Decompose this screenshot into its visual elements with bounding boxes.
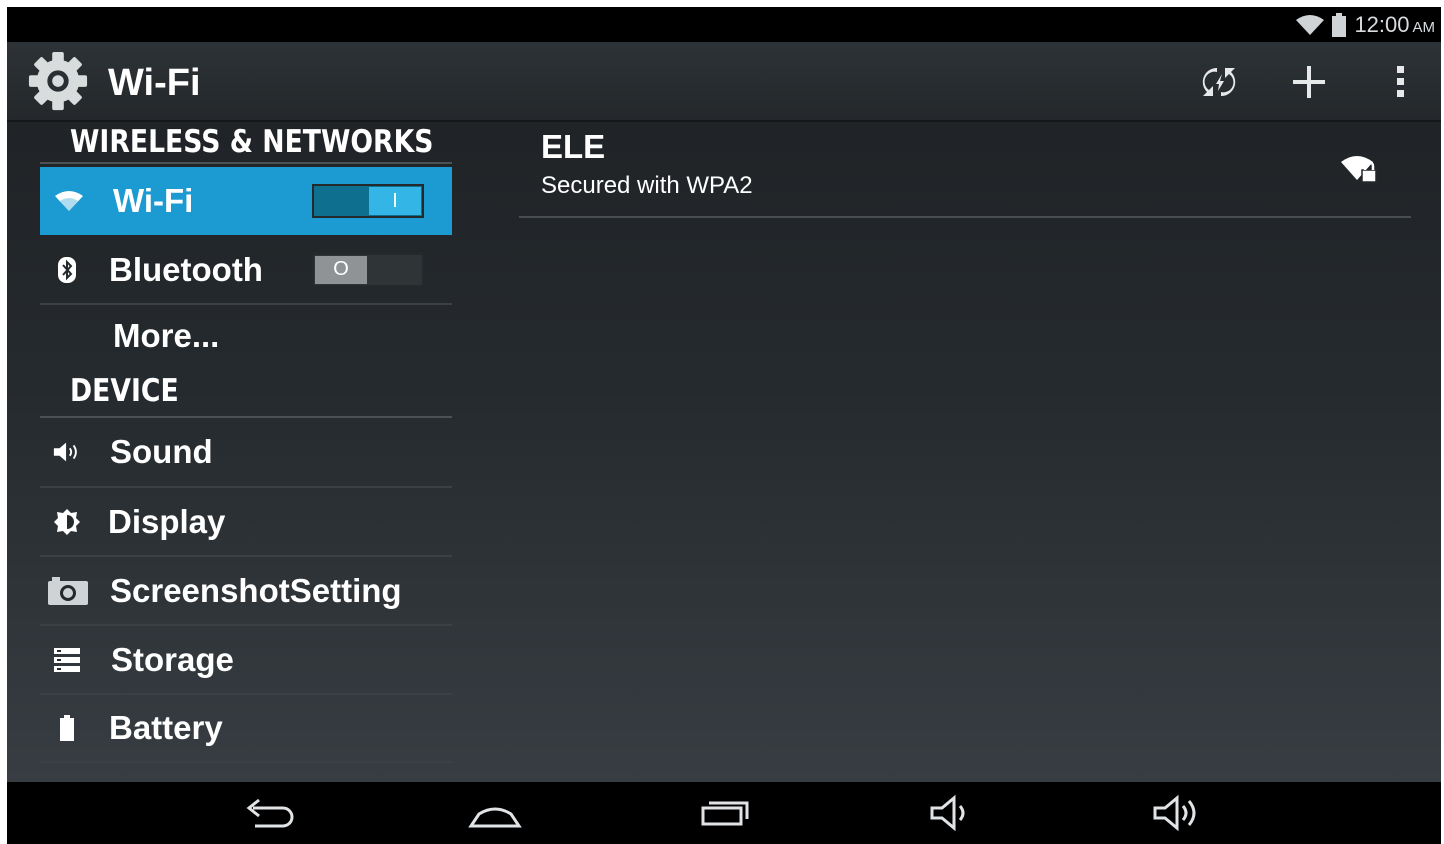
wifi-signal-icon	[1296, 15, 1325, 35]
camera-icon	[48, 576, 88, 606]
bluetooth-icon	[52, 255, 82, 285]
wifi-lock-icon	[1341, 156, 1377, 183]
sidebar-item-storage[interactable]: Storage	[40, 626, 452, 695]
battery-icon	[1332, 13, 1347, 37]
network-status: Secured with WPA2	[541, 172, 753, 199]
status-icons: 12:00 AM	[1296, 11, 1435, 39]
back-icon[interactable]	[239, 792, 299, 834]
network-ssid: ELE	[541, 128, 606, 165]
sidebar-item-label: Bluetooth	[109, 250, 263, 288]
recent-apps-icon[interactable]	[694, 792, 754, 834]
clock-ampm: AM	[1412, 19, 1436, 36]
sidebar-item-sound[interactable]: Sound	[40, 418, 452, 488]
page-title: Wi-Fi	[108, 62, 201, 104]
section-header-wireless-label: WIRELESS & NETWORKS	[70, 124, 434, 160]
battery-icon	[52, 713, 82, 743]
sidebar-item-display[interactable]: Display	[40, 488, 452, 557]
sidebar-item-more[interactable]: More...	[40, 305, 452, 367]
sound-icon	[52, 437, 82, 467]
sidebar-item-battery[interactable]: Battery	[40, 695, 452, 763]
clock: 12:00 AM	[1354, 12, 1435, 38]
section-header-device: DEVICE	[40, 371, 452, 418]
volume-down-icon[interactable]	[920, 792, 980, 834]
settings-gear-icon[interactable]	[27, 50, 89, 112]
sidebar-item-label: ScreenshotSetting	[110, 571, 402, 609]
sidebar-item-label: Storage	[111, 640, 234, 678]
status-bar: 12:00 AM	[7, 7, 1441, 42]
sidebar-item-label: More...	[113, 317, 220, 354]
sidebar-item-label: Battery	[109, 709, 223, 746]
toggle-thumb: O	[315, 255, 367, 284]
toggle-thumb: I	[369, 187, 421, 215]
wifi-toggle[interactable]: I	[312, 184, 424, 218]
add-network-icon[interactable]	[1287, 60, 1331, 104]
screen: 12:00 AM Wi-Fi WIRELESS & NETWORKS Wi-Fi…	[7, 7, 1441, 844]
sidebar-item-wifi[interactable]: Wi-Fi I	[40, 167, 452, 235]
volume-up-icon[interactable]	[1147, 792, 1207, 834]
section-header-device-label: DEVICE	[70, 373, 179, 409]
wifi-icon	[54, 186, 84, 216]
sidebar-item-bluetooth[interactable]: Bluetooth O	[40, 236, 452, 305]
sidebar-item-label: Display	[108, 502, 226, 540]
storage-icon	[52, 645, 82, 675]
sidebar-item-screenshot[interactable]: ScreenshotSetting	[40, 557, 452, 626]
action-bar: Wi-Fi	[7, 42, 1441, 122]
sidebar-item-label: Wi-Fi	[113, 182, 194, 219]
sidebar-item-label: Sound	[110, 433, 213, 470]
bluetooth-toggle[interactable]: O	[312, 252, 424, 287]
wps-icon[interactable]	[1197, 60, 1241, 104]
clock-time: 12:00	[1354, 12, 1410, 37]
overflow-menu-icon[interactable]	[1378, 60, 1422, 104]
display-brightness-icon	[52, 507, 82, 537]
navigation-bar	[7, 782, 1441, 844]
home-icon[interactable]	[465, 792, 525, 834]
network-item-ele[interactable]: ELE Secured with WPA2	[519, 120, 1411, 218]
section-header-wireless: WIRELESS & NETWORKS	[40, 122, 452, 164]
